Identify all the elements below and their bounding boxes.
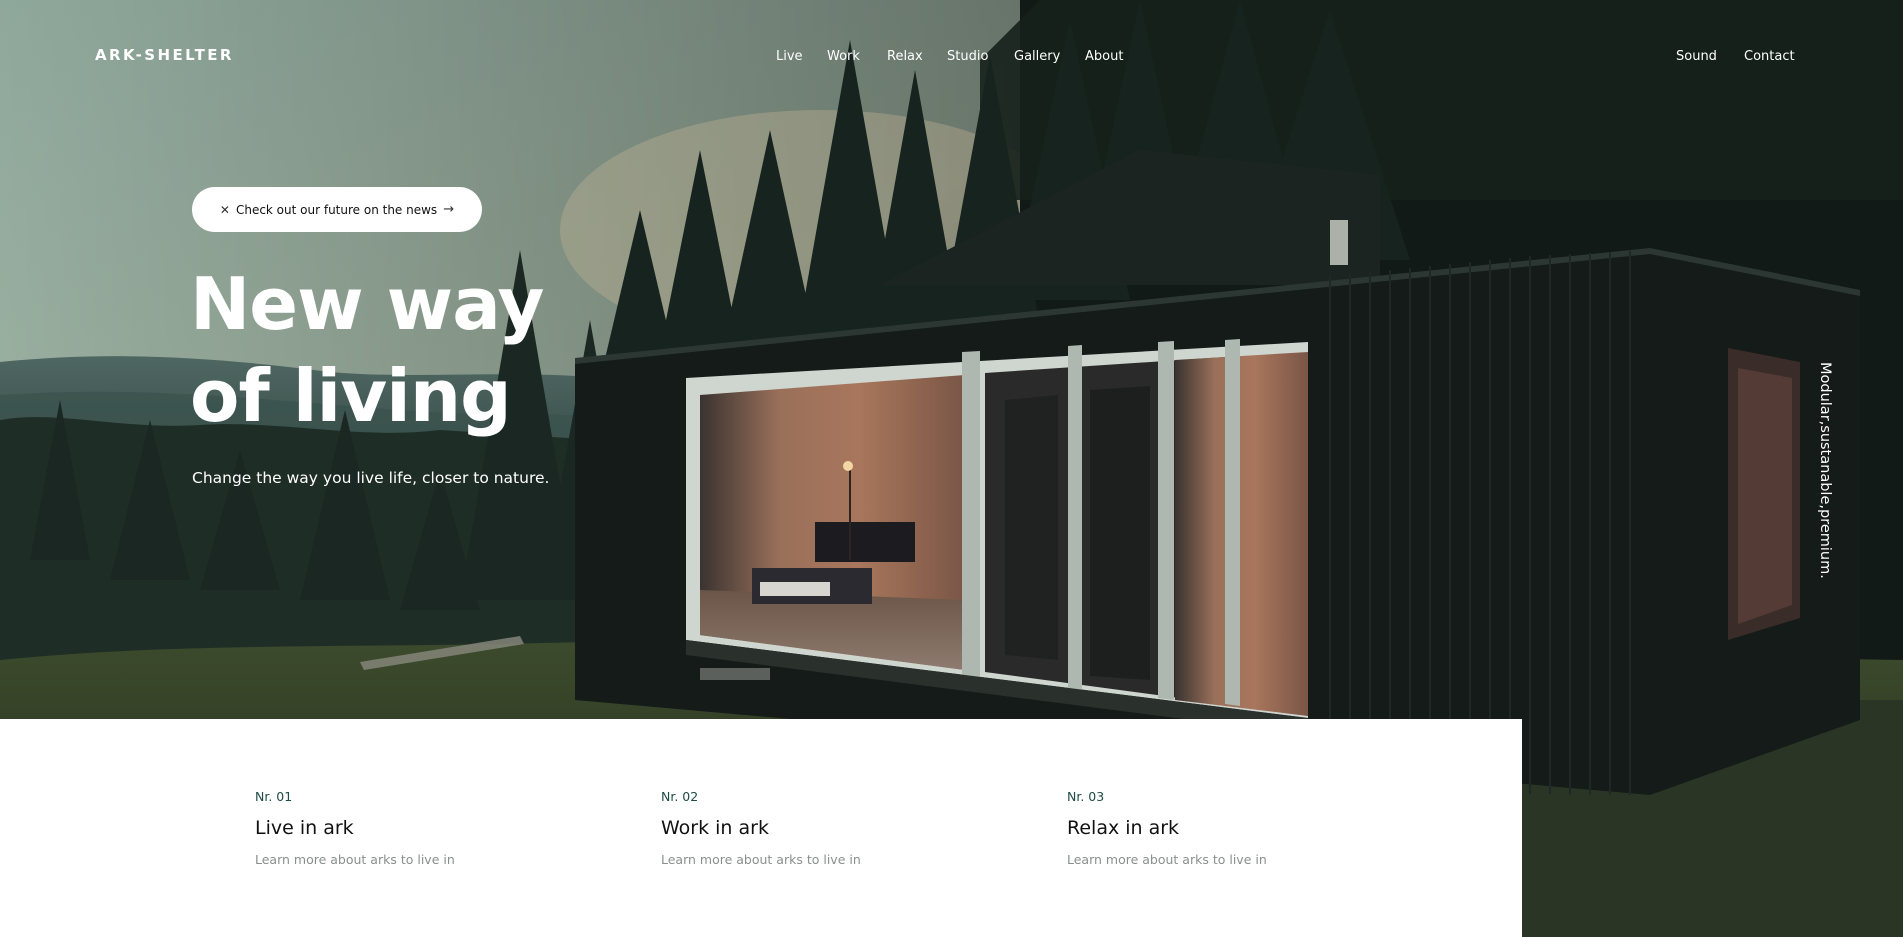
nav-link-live[interactable]: Live bbox=[776, 49, 803, 64]
card-number: Nr. 03 bbox=[1067, 789, 1105, 804]
hero-title: New way of living bbox=[190, 258, 544, 442]
nav-link-work[interactable]: Work bbox=[827, 49, 860, 64]
nav-link-about[interactable]: About bbox=[1085, 49, 1123, 64]
page: ARK-SHELTER Live Work Relax Studio Galle… bbox=[0, 0, 1903, 937]
hero-subtitle: Change the way you live life, closer to … bbox=[192, 469, 550, 487]
nav-link-contact[interactable]: Contact bbox=[1744, 49, 1795, 64]
card-title[interactable]: Live in ark bbox=[255, 817, 555, 841]
news-pill-button[interactable]: ✕ Check out our future on the news → bbox=[192, 187, 482, 232]
close-icon: ✕ bbox=[219, 202, 230, 217]
card-title[interactable]: Relax in ark bbox=[1067, 817, 1367, 841]
arrow-right-icon: → bbox=[443, 202, 455, 217]
hero-title-line-2: of living bbox=[190, 354, 512, 438]
card-learn-more-link[interactable]: Learn more about arks to live in bbox=[661, 852, 961, 867]
info-panel: Nr. 01 Live in ark Learn more about arks… bbox=[0, 719, 1522, 937]
nav-link-gallery[interactable]: Gallery bbox=[1014, 49, 1060, 64]
card-work[interactable]: Nr. 02 Work in ark Learn more about arks… bbox=[661, 789, 961, 867]
card-title[interactable]: Work in ark bbox=[661, 817, 961, 841]
card-live[interactable]: Nr. 01 Live in ark Learn more about arks… bbox=[255, 789, 555, 867]
nav-link-studio[interactable]: Studio bbox=[947, 49, 988, 64]
card-relax[interactable]: Nr. 03 Relax in ark Learn more about ark… bbox=[1067, 789, 1367, 867]
card-learn-more-link[interactable]: Learn more about arks to live in bbox=[1067, 852, 1367, 867]
card-learn-more-link[interactable]: Learn more about arks to live in bbox=[255, 852, 555, 867]
vertical-tagline: Modular,sustanable,premium. bbox=[1817, 362, 1833, 579]
hero-title-line-1: New way bbox=[190, 262, 544, 346]
nav-link-relax[interactable]: Relax bbox=[887, 49, 923, 64]
card-number: Nr. 01 bbox=[255, 789, 293, 804]
vertical-tagline-wrapper: Modular,sustanable,premium. bbox=[1813, 362, 1833, 597]
card-number: Nr. 02 bbox=[661, 789, 699, 804]
main-navigation: Live Work Relax Studio Gallery About Sou… bbox=[0, 49, 1903, 69]
nav-link-sound[interactable]: Sound bbox=[1676, 49, 1717, 64]
news-pill-label: Check out our future on the news bbox=[235, 202, 438, 217]
